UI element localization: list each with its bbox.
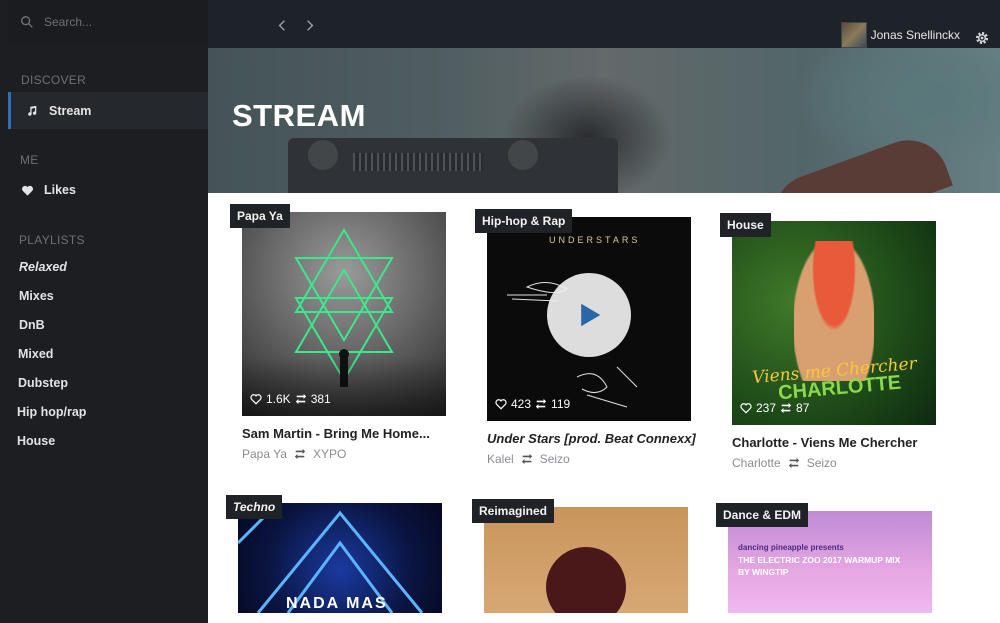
sidebar-item-stream[interactable]: Stream — [8, 92, 208, 129]
sidebar-item-mixes[interactable]: Mixes — [19, 289, 54, 303]
heart-icon[interactable] — [250, 393, 262, 405]
forward-button[interactable] — [300, 14, 320, 36]
repost-count: 119 — [551, 397, 571, 411]
track-stats: 423 119 — [495, 397, 570, 411]
track-stats: 1.6K 381 — [250, 392, 331, 406]
like-count: 1.6K — [266, 392, 291, 406]
track-card[interactable]: Hip-hop & Rap UNDERSTARS 423 119 Under S… — [475, 209, 697, 466]
sidebar-item-label: Stream — [49, 103, 92, 118]
playlists-heading: PLAYLISTS — [19, 233, 85, 247]
track-meta: Kalel Seizo — [487, 452, 697, 466]
music-note-icon — [25, 104, 39, 118]
artwork-text: BY WINGTIP — [738, 567, 789, 577]
me-heading: ME — [20, 153, 39, 167]
sidebar-item-mixed[interactable]: Mixed — [18, 347, 53, 361]
repost-icon[interactable] — [535, 398, 547, 410]
track-card[interactable]: House Viens me Chercher CHARLOTTE 237 87… — [720, 213, 942, 470]
play-icon — [581, 303, 601, 327]
artwork-text: NADA MAS — [286, 595, 388, 612]
track-meta: Papa Ya XYPO — [242, 447, 452, 461]
repost-icon[interactable] — [780, 402, 792, 414]
heart-icon[interactable] — [740, 402, 752, 414]
heart-icon[interactable] — [495, 398, 507, 410]
repost-icon — [521, 453, 532, 465]
track-card[interactable]: Techno NADA MAS — [226, 495, 448, 613]
reposter-name[interactable]: Seizo — [807, 456, 837, 470]
search-icon — [21, 16, 33, 28]
genre-tag[interactable]: Reimagined — [472, 499, 555, 523]
sidebar-item-hiphop[interactable]: Hip hop/rap — [17, 405, 86, 419]
top-bar: Jonas Snellinckx — [208, 0, 1000, 55]
genre-tag[interactable]: Techno — [226, 495, 283, 519]
sidebar-item-house[interactable]: House — [17, 434, 55, 448]
track-title[interactable]: Sam Martin - Bring Me Home... — [242, 426, 452, 441]
genre-tag[interactable]: Hip-hop & Rap — [475, 209, 573, 233]
heart-icon — [20, 183, 34, 197]
track-stats: 237 87 — [740, 401, 809, 415]
sidebar-item-label: Likes — [44, 183, 76, 197]
track-title[interactable]: Charlotte - Viens Me Chercher — [732, 435, 942, 450]
artist-name[interactable]: Kalel — [487, 452, 514, 466]
track-title[interactable]: Under Stars [prod. Beat Connexx] — [487, 431, 697, 446]
artist-name[interactable]: Papa Ya — [242, 447, 287, 461]
reposter-name[interactable]: Seizo — [540, 452, 570, 466]
artwork-text: THE ELECTRIC ZOO 2017 WARMUP MIX — [738, 555, 901, 565]
gear-icon[interactable] — [974, 30, 990, 46]
hero-banner: STREAM — [208, 48, 1000, 193]
repost-icon — [294, 448, 306, 460]
repost-count: 87 — [796, 401, 810, 415]
track-meta: Charlotte Seizo — [732, 456, 942, 470]
track-artwork[interactable]: UNDERSTARS 423 119 — [487, 217, 691, 421]
genre-tag[interactable]: Dance & EDM — [716, 503, 809, 527]
like-count: 237 — [756, 401, 777, 415]
sidebar-item-dnb[interactable]: DnB — [19, 318, 45, 332]
like-count: 423 — [511, 397, 532, 411]
chevron-right-icon — [307, 19, 314, 31]
back-button[interactable] — [272, 14, 292, 36]
sidebar-item-relaxed[interactable]: Relaxed — [19, 260, 67, 274]
repost-icon[interactable] — [295, 393, 307, 405]
artist-name[interactable]: Charlotte — [732, 456, 781, 470]
artwork-fade — [242, 356, 446, 416]
artwork-circle — [546, 547, 626, 613]
username[interactable]: Jonas Snellinckx — [871, 28, 960, 42]
track-card[interactable]: Papa Ya 1.6K 381 Sam Martin - Bring Me H… — [230, 204, 452, 461]
sidebar-item-likes[interactable]: Likes — [20, 183, 76, 197]
search-bar[interactable] — [8, 0, 208, 44]
repost-icon — [788, 457, 799, 469]
genre-tag[interactable]: Papa Ya — [230, 204, 290, 228]
page-title: STREAM — [232, 98, 366, 133]
sidebar: DISCOVER Stream ME Likes PLAYLISTS Relax… — [0, 0, 208, 623]
genre-tag[interactable]: House — [720, 213, 771, 237]
track-artwork[interactable]: NADA MAS — [238, 503, 442, 613]
discover-heading: DISCOVER — [21, 73, 87, 87]
avatar[interactable] — [840, 22, 867, 48]
track-card[interactable]: Dance & EDM dancing pineapple presents T… — [716, 503, 938, 613]
chevron-left-icon — [278, 19, 285, 31]
track-artwork[interactable]: Viens me Chercher CHARLOTTE 237 87 — [732, 221, 936, 425]
track-artwork[interactable]: 1.6K 381 — [242, 212, 446, 416]
track-card[interactable]: Reimagined — [472, 499, 694, 613]
user-menu[interactable]: Jonas Snellinckx — [840, 22, 960, 48]
artwork-text: dancing pineapple presents — [738, 543, 844, 552]
reposter-name[interactable]: XYPO — [313, 447, 346, 461]
search-input[interactable] — [44, 15, 184, 29]
repost-count: 381 — [310, 392, 331, 406]
play-button[interactable] — [547, 273, 631, 357]
sidebar-item-dubstep[interactable]: Dubstep — [18, 376, 68, 390]
